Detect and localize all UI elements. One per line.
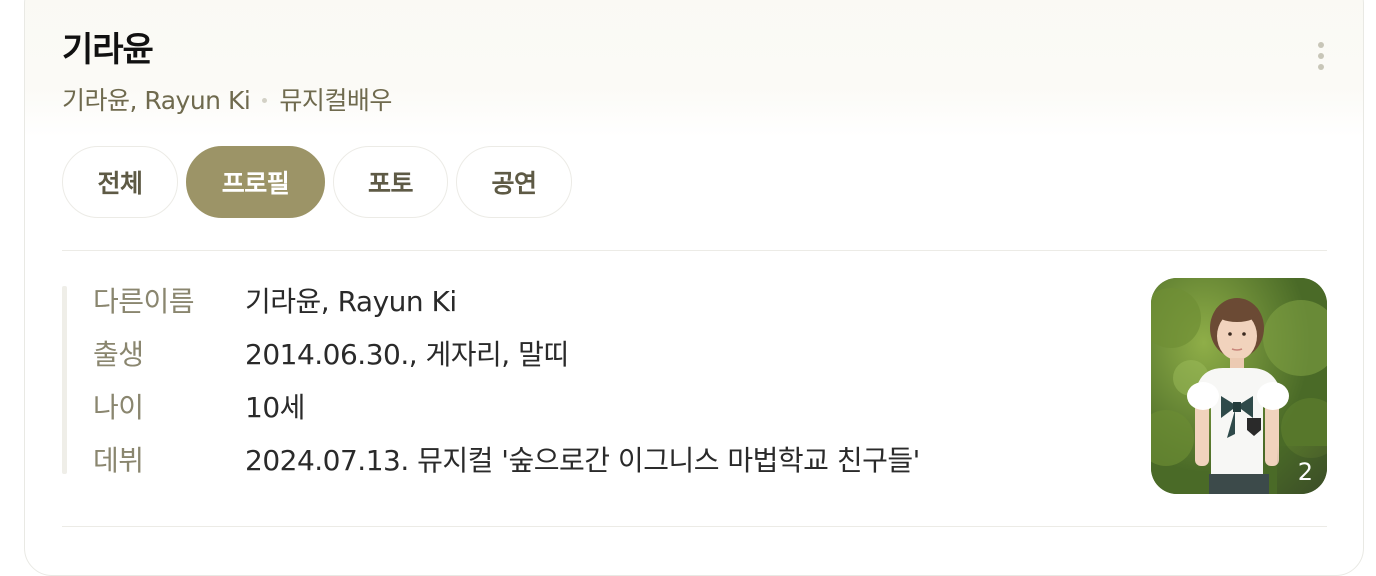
info-value: 2024.07.13. 뮤지컬 '숲으로간 이그니스 마법학교 친구들'	[245, 444, 920, 477]
info-label: 데뷔	[93, 444, 144, 477]
info-value: 기라윤, Rayun Ki	[245, 285, 457, 318]
subtitle: 기라윤, Rayun Ki 뮤지컬배우	[62, 84, 392, 118]
page-title: 기라윤	[62, 30, 154, 70]
photo-count-badge: 2	[1277, 446, 1327, 494]
alias-names: 기라윤, Rayun Ki	[62, 86, 251, 115]
divider-bottom	[62, 526, 1327, 527]
info-label: 출생	[93, 338, 144, 371]
tab-photo[interactable]: 포토	[333, 146, 448, 218]
info-label: 다른이름	[93, 285, 195, 318]
info-value: 2014.06.30., 게자리, 말띠	[245, 338, 569, 371]
tab-profile[interactable]: 프로필	[186, 146, 325, 218]
tab-performance[interactable]: 공연	[456, 146, 572, 218]
info-value: 10세	[245, 391, 305, 424]
profile-photo[interactable]: 2	[1151, 278, 1327, 494]
info-accent-bar	[62, 286, 67, 474]
tab-all[interactable]: 전체	[62, 146, 178, 218]
separator-dot	[262, 97, 268, 103]
more-options-icon[interactable]	[1306, 38, 1336, 74]
divider-top	[62, 250, 1327, 251]
info-label: 나이	[93, 391, 144, 424]
occupation: 뮤지컬배우	[279, 86, 392, 115]
